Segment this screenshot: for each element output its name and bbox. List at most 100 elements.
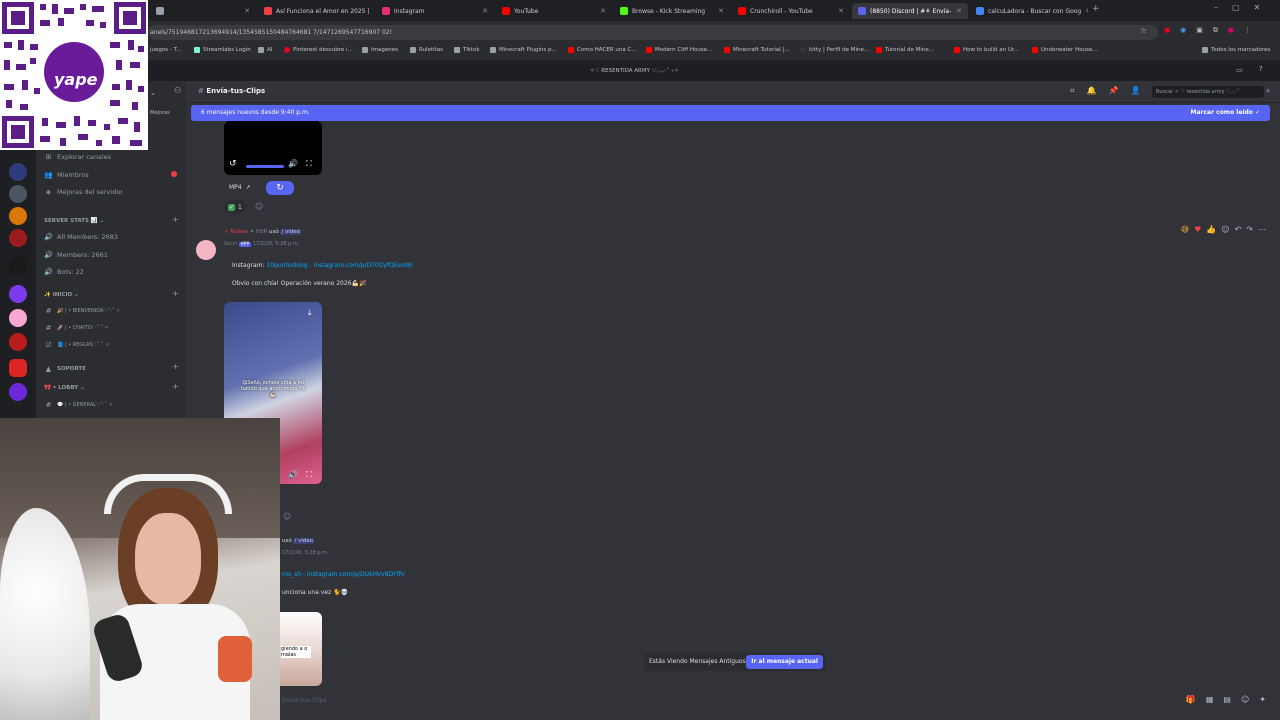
- fullscreen-icon[interactable]: ⛶: [306, 470, 312, 480]
- bookmark-item[interactable]: How to build an Ur...: [954, 47, 1019, 53]
- sidebar-item-bots[interactable]: 🔊 Bots: 22: [44, 268, 84, 276]
- server-icon[interactable]: [9, 207, 27, 225]
- sidebar-item-reglas[interactable]: ☑ 📘 | • REGLAS♡˚·˚ ✧: [44, 341, 109, 349]
- video-player[interactable]: giendo a o malas: [280, 612, 322, 686]
- bookmark-item[interactable]: juegos - T...: [150, 47, 182, 53]
- extension-icon[interactable]: ▣: [1196, 26, 1203, 35]
- bookmark-item[interactable]: Todos los marcadores: [1202, 47, 1270, 53]
- add-channel-icon[interactable]: +: [172, 289, 179, 298]
- bell-icon[interactable]: 🔔: [1087, 86, 1097, 96]
- server-icon[interactable]: [9, 383, 27, 401]
- bookmark-item[interactable]: kitty | Perfil de Mine...: [800, 47, 869, 53]
- close-icon[interactable]: ✕: [1085, 7, 1088, 15]
- add-channel-icon[interactable]: +: [172, 382, 179, 391]
- close-icon[interactable]: ✕: [838, 7, 844, 15]
- category-server-stats[interactable]: SERVER STATS 📊 ⌄: [44, 218, 104, 224]
- jump-to-present-button[interactable]: Ir al mensaje actual: [746, 655, 823, 669]
- browser-tab[interactable]: Instagram ✕: [376, 3, 494, 19]
- server-icon[interactable]: [9, 333, 27, 351]
- browser-tab[interactable]: Así Funciona el Amor en 2025 |✕: [258, 3, 372, 19]
- new-tab-icon[interactable]: +: [1092, 4, 1100, 14]
- extension-icon[interactable]: ●: [1164, 26, 1170, 35]
- bookmark-item[interactable]: Streamlabs Login: [194, 47, 251, 53]
- bookmark-item[interactable]: Minecraft Plugins p...: [490, 47, 557, 53]
- mark-read-button[interactable]: Marcar como leído ✓: [1191, 109, 1261, 116]
- reaction-check[interactable]: ✓ 1: [224, 200, 246, 214]
- sidebar-item-bienvenida[interactable]: # 🎉 | • BIENVENIDA♡˚·˚ ✧: [44, 307, 121, 315]
- avatar[interactable]: [196, 240, 216, 260]
- thumbs-reaction-icon[interactable]: 👍: [1206, 225, 1216, 234]
- url-field[interactable]: anels/751946817213694914/135458515048476…: [148, 25, 1158, 40]
- video-player[interactable]: ↺ 🔊 ⛶: [224, 121, 322, 175]
- apps-icon[interactable]: ✦: [1259, 695, 1266, 704]
- gif-icon[interactable]: ▦: [1206, 695, 1214, 704]
- add-reaction-icon[interactable]: ☺: [283, 512, 291, 521]
- fullscreen-icon[interactable]: ⛶: [306, 159, 312, 169]
- server-icon[interactable]: [9, 229, 27, 247]
- extensions-icon[interactable]: ⧉: [1213, 26, 1218, 35]
- heart-reaction-icon[interactable]: ♥: [1194, 225, 1201, 234]
- replay-icon[interactable]: ↺: [229, 159, 237, 169]
- server-icon[interactable]: [9, 163, 27, 181]
- browser-tab[interactable]: calcuLadora - Buscar con Goog✕: [970, 3, 1088, 19]
- message-composer[interactable]: Envía-tus-Clips 🎁 ▦ ▤ ☺ ✦: [276, 692, 1280, 710]
- search-input[interactable]: Buscar ✧ ♡ resentida army ♡⸝⸝·˚: [1152, 86, 1264, 98]
- maximize-icon[interactable]: ▢: [1232, 3, 1240, 12]
- browser-tab[interactable]: YouTube ✕: [496, 3, 612, 19]
- sticker-icon[interactable]: ▤: [1223, 695, 1231, 704]
- bookmark-item[interactable]: AI: [258, 47, 272, 53]
- server-icon[interactable]: [9, 257, 27, 275]
- extension-icon[interactable]: ◉: [1180, 26, 1186, 35]
- category-inicio[interactable]: ✨ INICIO ⌄: [44, 292, 79, 298]
- bot-name[interactable]: Socci: [224, 241, 237, 247]
- minimize-icon[interactable]: –: [1214, 3, 1218, 12]
- sidebar-item-explorar[interactable]: ⊞ Explorar canales: [44, 153, 112, 161]
- bookmark-item[interactable]: Imagenes: [362, 47, 398, 53]
- command-mention[interactable]: / video: [293, 538, 315, 544]
- sidebar-item-mejoras[interactable]: ◈ Mejoras del servidor: [44, 188, 123, 196]
- bookmark-item[interactable]: Underwater House...: [1032, 47, 1098, 53]
- add-reaction-icon[interactable]: ☺: [255, 202, 263, 211]
- inbox-icon[interactable]: ▭: [1236, 66, 1243, 74]
- threads-icon[interactable]: ⌗: [1070, 86, 1075, 96]
- volume-icon[interactable]: 🔊: [288, 470, 298, 479]
- profile-avatar-icon[interactable]: ●: [1228, 26, 1234, 35]
- close-icon[interactable]: ✕: [718, 7, 724, 15]
- sidebar-item-chaito[interactable]: # 🚀 | • CHAITO♡˚·˚ ✧: [44, 324, 109, 332]
- volume-icon[interactable]: 🔊: [288, 159, 298, 168]
- sidebar-item-members[interactable]: 🔊 Members: 2661: [44, 251, 108, 259]
- server-icon[interactable]: [9, 359, 27, 377]
- bookmark-item[interactable]: Minecraft Tutorial |...: [724, 47, 790, 53]
- help-icon[interactable]: ?: [1259, 65, 1263, 73]
- bookmark-item[interactable]: Ruletitas: [410, 47, 443, 53]
- browser-tab[interactable]: Crunchiroll - YouTube ✕: [732, 3, 850, 19]
- server-icon[interactable]: [9, 309, 27, 327]
- add-reaction-icon[interactable]: ☺: [1221, 225, 1229, 234]
- browser-tab[interactable]: Browse - Kick Streaming ✕: [614, 3, 730, 19]
- instagram-user-link[interactable]: 10puntosblog: [266, 262, 307, 269]
- members-list-icon[interactable]: 👤: [1130, 86, 1140, 96]
- gift-icon[interactable]: 🎁: [1186, 695, 1196, 704]
- instagram-url-link[interactable]: - instagram.com/p/DT0DyfQEeoW/: [310, 262, 413, 269]
- new-messages-bar[interactable]: 6 mensajes nuevos desde 9:40 p.m. Marcar…: [191, 105, 1270, 121]
- add-friend-icon[interactable]: ⚇: [174, 86, 181, 95]
- instagram-user-link[interactable]: ros_sh: [282, 571, 301, 578]
- server-icon[interactable]: [9, 185, 27, 203]
- bookmark-item[interactable]: Tiktok: [454, 47, 480, 53]
- server-icon[interactable]: [9, 285, 27, 303]
- bookmark-item[interactable]: Pinterest descubre i...: [284, 47, 353, 53]
- add-channel-icon[interactable]: +: [172, 215, 179, 224]
- browser-tab[interactable]: ✕: [150, 3, 256, 19]
- close-icon[interactable]: ✕: [244, 7, 250, 15]
- menu-icon[interactable]: ⋮: [1244, 26, 1251, 35]
- emoji-icon[interactable]: ☺: [1241, 695, 1249, 704]
- chevron-down-icon[interactable]: ⌄: [150, 89, 156, 97]
- reply-icon[interactable]: ↶: [1235, 225, 1242, 234]
- bookmark-item[interactable]: Como HACER una C...: [568, 47, 637, 53]
- browser-tab-active[interactable]: (8850) Discord | #⚘ Envía- ✕: [852, 3, 968, 19]
- close-window-icon[interactable]: ✕: [1254, 3, 1261, 12]
- category-lobby[interactable]: 🎀 • LOBBY ⌄: [44, 385, 85, 391]
- download-icon[interactable]: ⤓: [308, 308, 312, 318]
- close-icon[interactable]: ✕: [600, 7, 606, 15]
- sidebar-item-general[interactable]: # 💬 | • GENERAL♡˚·˚ ✧: [44, 401, 113, 409]
